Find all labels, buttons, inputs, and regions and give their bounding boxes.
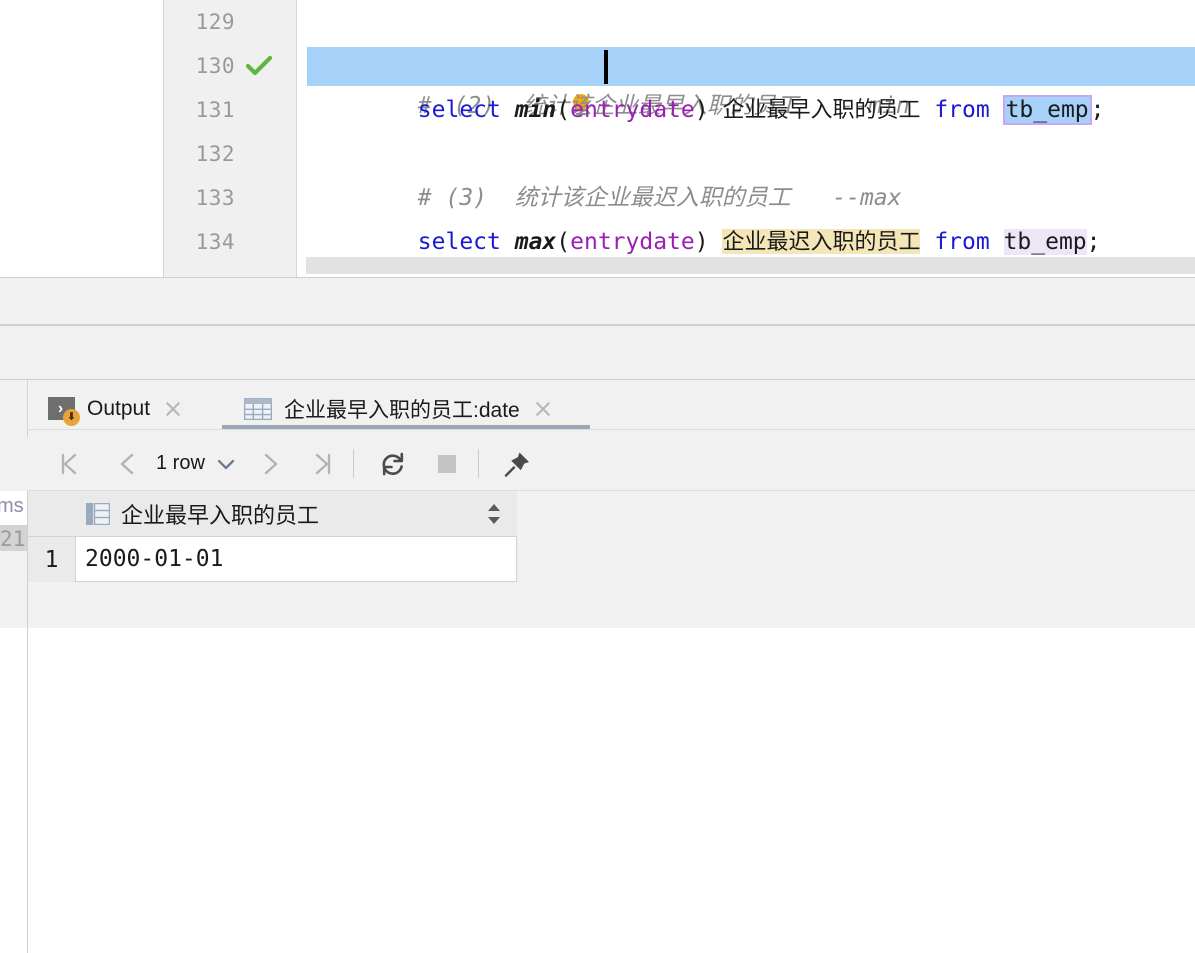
grid-corner-cell bbox=[28, 491, 75, 537]
sql-function-max: max bbox=[514, 229, 557, 255]
sql-keyword-select: select bbox=[417, 229, 515, 255]
peek-duration-text: ms bbox=[0, 495, 24, 517]
sql-table-tb-emp: tb_emp bbox=[1002, 95, 1092, 125]
paren-open: ( bbox=[556, 97, 571, 123]
cell-value: 2000-01-01 bbox=[85, 546, 224, 572]
sql-keyword-select: select bbox=[417, 97, 515, 123]
close-icon[interactable] bbox=[533, 399, 553, 419]
gutter-line-133: 133 bbox=[164, 176, 297, 220]
gutter-line-134: 134 bbox=[164, 220, 297, 264]
line-number: 129 bbox=[195, 10, 235, 34]
data-grid-icon bbox=[243, 397, 273, 420]
line-number: 132 bbox=[195, 142, 235, 166]
row-count-text: 1 row bbox=[156, 452, 205, 474]
toolbar-separator bbox=[478, 449, 479, 478]
sql-keyword-from: from bbox=[920, 229, 1004, 255]
gutter-line-131: 131 bbox=[164, 88, 297, 132]
editor-hscrollbar-thumb[interactable] bbox=[306, 257, 1195, 274]
line-number: 133 bbox=[195, 186, 235, 210]
paren-close: ) bbox=[694, 97, 723, 123]
chevron-down-icon[interactable] bbox=[216, 457, 236, 471]
grid-column-icon bbox=[86, 502, 110, 525]
peek-line-number: 21 bbox=[0, 527, 26, 551]
row-number: 1 bbox=[28, 537, 75, 582]
result-grid[interactable]: 企业最早入职的员工 1 2000-01-01 bbox=[28, 491, 1195, 628]
code-text-area[interactable]: # (2) 统计该企业最早入职的员工 --min select min(entr… bbox=[297, 0, 1195, 278]
sql-editor[interactable]: 129 130 131 132 133 134 # (2) 统计该企业最早入职的… bbox=[0, 0, 1195, 325]
editor-left-blank-area bbox=[0, 0, 163, 278]
result-toolbar: 1 row bbox=[28, 437, 1195, 490]
gutter-line-129: 129 bbox=[164, 0, 297, 44]
output-console-icon: › ⬇ bbox=[48, 397, 80, 426]
code-line-132: # (3) 统计该企业最迟入职的员工 --max bbox=[307, 132, 902, 211]
sql-column-entrydate: entrydate bbox=[570, 97, 695, 123]
toolbar-separator bbox=[353, 449, 354, 478]
run-success-check-icon[interactable] bbox=[245, 55, 273, 77]
tool-window-panel: › ⬇ Output 企业最早入职的员工:date 1 row ms 21 企业… bbox=[0, 325, 1195, 953]
tab-bar-baseline bbox=[28, 429, 1195, 430]
grid-cell[interactable]: 2000-01-01 bbox=[75, 537, 517, 582]
chevron-right-glyph: › bbox=[57, 399, 64, 417]
paren-open: ( bbox=[556, 229, 571, 255]
line-number: 130 bbox=[195, 54, 235, 78]
code-line-133: select max(entrydate) 企业最迟入职的员工 from tb_… bbox=[307, 176, 1101, 255]
editor-below-strip bbox=[0, 278, 1195, 324]
panel-header-gap bbox=[0, 326, 1195, 379]
sql-column-entrydate: entrydate bbox=[570, 229, 695, 255]
download-arrow-glyph: ⬇ bbox=[63, 409, 80, 426]
tab-label: 企业最早入职的员工:date bbox=[284, 398, 520, 422]
close-icon[interactable] bbox=[163, 399, 183, 419]
stop-icon[interactable] bbox=[425, 437, 469, 490]
gutter-line-132: 132 bbox=[164, 132, 297, 176]
first-page-icon[interactable] bbox=[48, 437, 92, 490]
sql-table-tb-emp: tb_emp bbox=[1003, 229, 1087, 255]
line-number: 131 bbox=[195, 98, 235, 122]
pin-icon[interactable] bbox=[494, 437, 540, 490]
background-editor-peek: ms 21 bbox=[0, 491, 28, 551]
next-page-icon[interactable] bbox=[250, 437, 290, 490]
refresh-icon[interactable] bbox=[371, 437, 415, 490]
sql-alias-cn: 企业最早入职的员工 bbox=[722, 97, 921, 122]
sql-keyword-from: from bbox=[920, 97, 1004, 123]
tab-label: Output bbox=[87, 396, 151, 420]
code-line-129: # (2) 统计该企业最早入职的员工 --min bbox=[307, 0, 910, 119]
last-page-icon[interactable] bbox=[300, 437, 344, 490]
sql-alias-cn: 企业最迟入职的员工 bbox=[722, 229, 921, 254]
gutter-line-130: 130 bbox=[164, 44, 297, 88]
row-count-label[interactable]: 1 row bbox=[156, 437, 236, 490]
semicolon: ; bbox=[1086, 229, 1101, 255]
semicolon: ; bbox=[1090, 97, 1105, 123]
table-row[interactable]: 1 2000-01-01 bbox=[28, 537, 517, 582]
active-tab-indicator bbox=[222, 425, 590, 429]
grid-column-header[interactable]: 企业最早入职的员工 bbox=[75, 491, 517, 537]
sql-function-min: min bbox=[514, 97, 557, 123]
line-number: 134 bbox=[195, 230, 235, 254]
sort-arrows-icon[interactable] bbox=[487, 504, 501, 524]
grid-column-label: 企业最早入职的员工 bbox=[121, 502, 320, 528]
editor-gutter[interactable]: 129 130 131 132 133 134 bbox=[164, 0, 297, 278]
code-line-130: select min(entrydate) 企业最早入职的员工 from tb_… bbox=[307, 44, 1105, 125]
grid-empty-area bbox=[28, 582, 1195, 628]
prev-page-icon[interactable] bbox=[108, 437, 148, 490]
screen-root: 129 130 131 132 133 134 # (2) 统计该企业最早入职的… bbox=[0, 0, 1195, 953]
paren-close: ) bbox=[694, 229, 723, 255]
text-caret bbox=[604, 50, 608, 84]
